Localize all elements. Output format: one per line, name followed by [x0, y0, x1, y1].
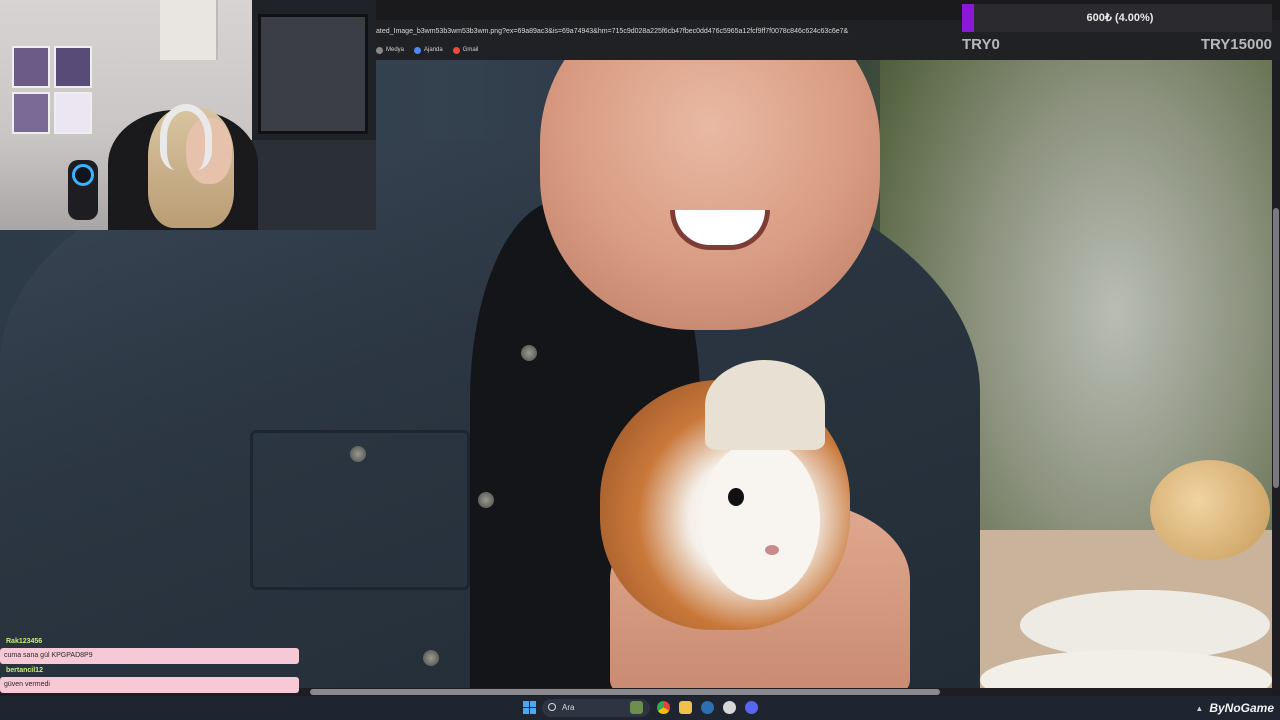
file-explorer-icon[interactable]	[679, 701, 692, 714]
bookmark-label: Medya	[386, 47, 405, 53]
chat-username: Rak123456	[6, 638, 43, 645]
webcam-overlay	[0, 0, 376, 230]
screen: ated_Image_b3wm53b3wm53b3wm.png?ex=69a89…	[0, 0, 1280, 720]
vertical-scroll-thumb[interactable]	[1273, 208, 1279, 488]
search-icon	[548, 703, 556, 711]
system-tray: ▲ ByNoGame	[1195, 698, 1274, 718]
donation-max-label: TRY15000	[1200, 36, 1272, 53]
bookmark-label: Gmail	[462, 47, 479, 53]
discord-icon[interactable]	[745, 701, 758, 714]
chat-username: bertancil12	[6, 667, 43, 674]
search-placeholder: Ara	[562, 703, 575, 712]
donation-goal-widget: 600₺ (4.00%) TRY0 TRY15000	[962, 4, 1272, 58]
windows-start-icon[interactable]	[523, 701, 536, 714]
calendar-icon	[414, 46, 422, 54]
steam-icon[interactable]	[701, 701, 714, 714]
donation-progress-bar: 600₺ (4.00%)	[962, 4, 1272, 32]
bookmark-ajanda[interactable]: Ajanda	[414, 46, 443, 54]
donation-min-label: TRY0	[962, 36, 1000, 53]
app-icon[interactable]	[723, 701, 736, 714]
horizontal-scroll-thumb[interactable]	[310, 689, 940, 695]
media-icon	[376, 46, 383, 54]
donation-current-amount: 600₺ (4.00%)	[1086, 12, 1154, 24]
widgets-icon[interactable]	[630, 701, 643, 714]
gmail-icon	[452, 46, 460, 54]
chat-message: cuma sana gül KPGPAD8P9	[0, 648, 299, 664]
chevron-up-icon[interactable]: ▲	[1195, 704, 1203, 713]
bookmark-gmail[interactable]: Gmail	[452, 46, 479, 54]
chat-overlay: Rak123456 cuma sana gül KPGPAD8P9 bertan…	[0, 636, 300, 696]
taskbar: Ara ▲ ByNoGame	[0, 696, 1280, 720]
bookmark-medya[interactable]: Medya	[376, 46, 405, 54]
vertical-scrollbar[interactable]	[1272, 60, 1280, 690]
bookmark-label: Ajanda	[424, 47, 443, 53]
stream-watermark: ByNoGame	[1209, 701, 1274, 715]
chrome-icon[interactable]	[657, 701, 670, 714]
headset	[160, 104, 212, 170]
chat-message: güven vermedi	[0, 677, 299, 693]
bookmarks-bar: Medya Ajanda Gmail	[376, 42, 478, 58]
